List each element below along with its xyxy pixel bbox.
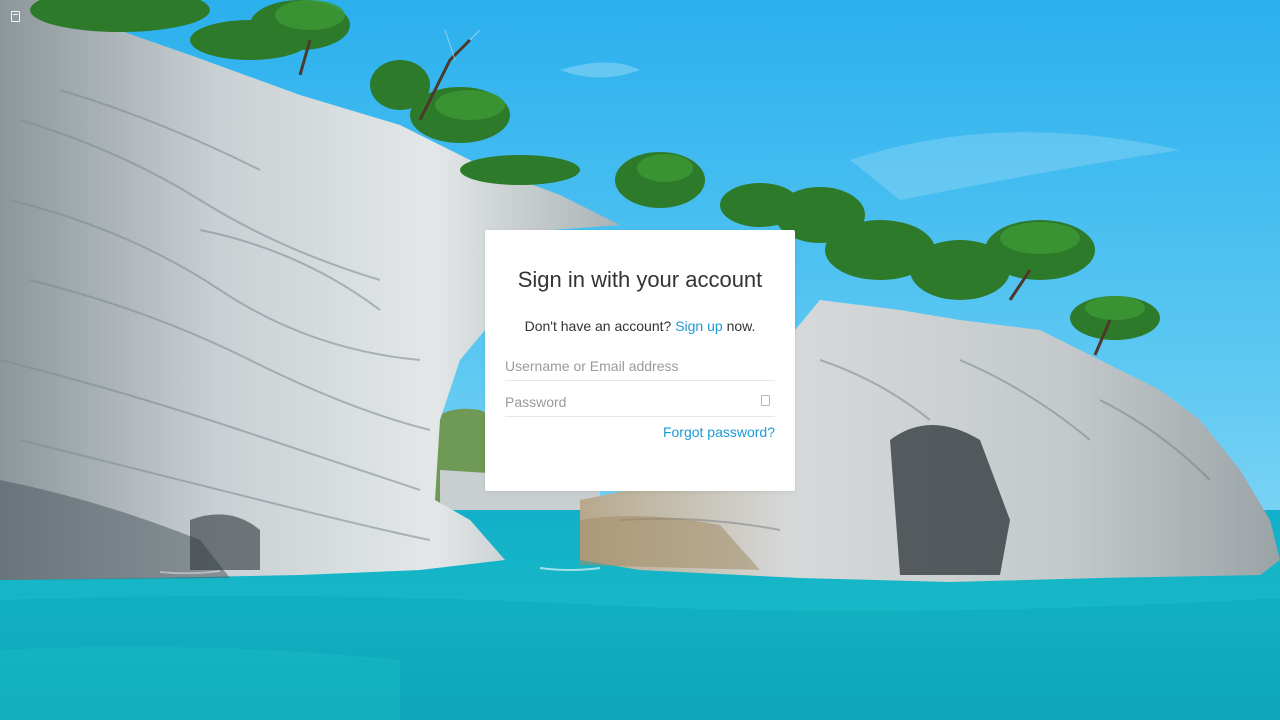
login-title: Sign in with your account (517, 267, 763, 292)
username-input[interactable] (505, 353, 775, 379)
signup-suffix: now. (726, 318, 756, 334)
username-field-wrapper (505, 353, 775, 381)
sign-up-link[interactable]: Sign up (675, 318, 722, 334)
password-input[interactable] (505, 389, 775, 415)
show-password-icon[interactable] (761, 395, 770, 406)
forgot-password-row: Forgot password? (505, 423, 775, 441)
signup-prefix: Don't have an account? (524, 318, 672, 334)
login-card: Sign in with your account Don't have an … (485, 230, 795, 491)
password-field-wrapper (505, 389, 775, 417)
signup-prompt: Don't have an account? Sign up now. (505, 317, 775, 335)
forgot-password-link[interactable]: Forgot password? (663, 424, 775, 440)
page-icon (11, 11, 20, 22)
